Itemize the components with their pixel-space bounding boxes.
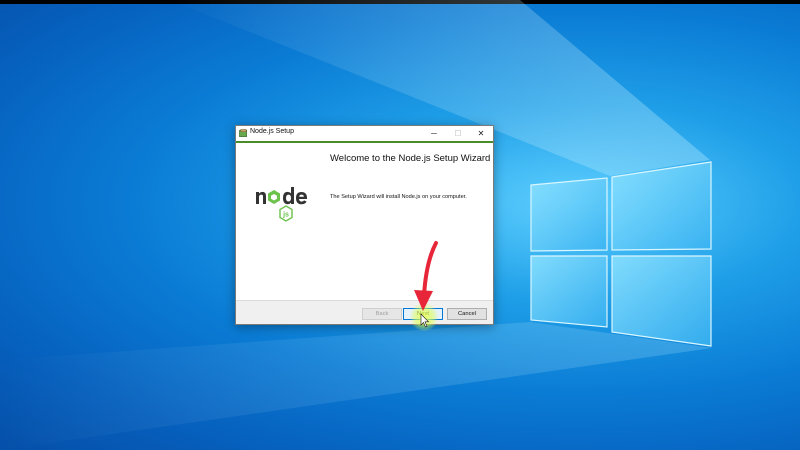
dialog-footer: Back Next Cancel	[236, 300, 493, 324]
maximize-icon: ☐	[454, 129, 462, 138]
nodejs-installer-icon	[239, 129, 247, 137]
nodejs-setup-dialog: Node.js Setup ─ ☐ ✕ Welcome to the Node.…	[235, 125, 494, 325]
title-bar[interactable]: Node.js Setup ─ ☐ ✕	[236, 126, 493, 141]
minimize-icon: ─	[431, 129, 437, 138]
cancel-button[interactable]: Cancel	[447, 308, 487, 320]
accent-divider	[236, 141, 493, 143]
svg-text:js: js	[282, 212, 289, 219]
close-icon: ✕	[477, 129, 485, 138]
maximize-button[interactable]: ☐	[446, 126, 470, 141]
wizard-heading: Welcome to the Node.js Setup Wizard	[330, 153, 491, 164]
back-button[interactable]: Back	[362, 308, 402, 320]
click-highlight	[410, 303, 438, 331]
nodejs-logo: js	[256, 187, 307, 222]
minimize-button[interactable]: ─	[422, 126, 446, 141]
close-button[interactable]: ✕	[469, 126, 493, 141]
window-title: Node.js Setup	[250, 128, 294, 135]
wizard-description: The Setup Wizard will install Node.js on…	[330, 194, 467, 200]
